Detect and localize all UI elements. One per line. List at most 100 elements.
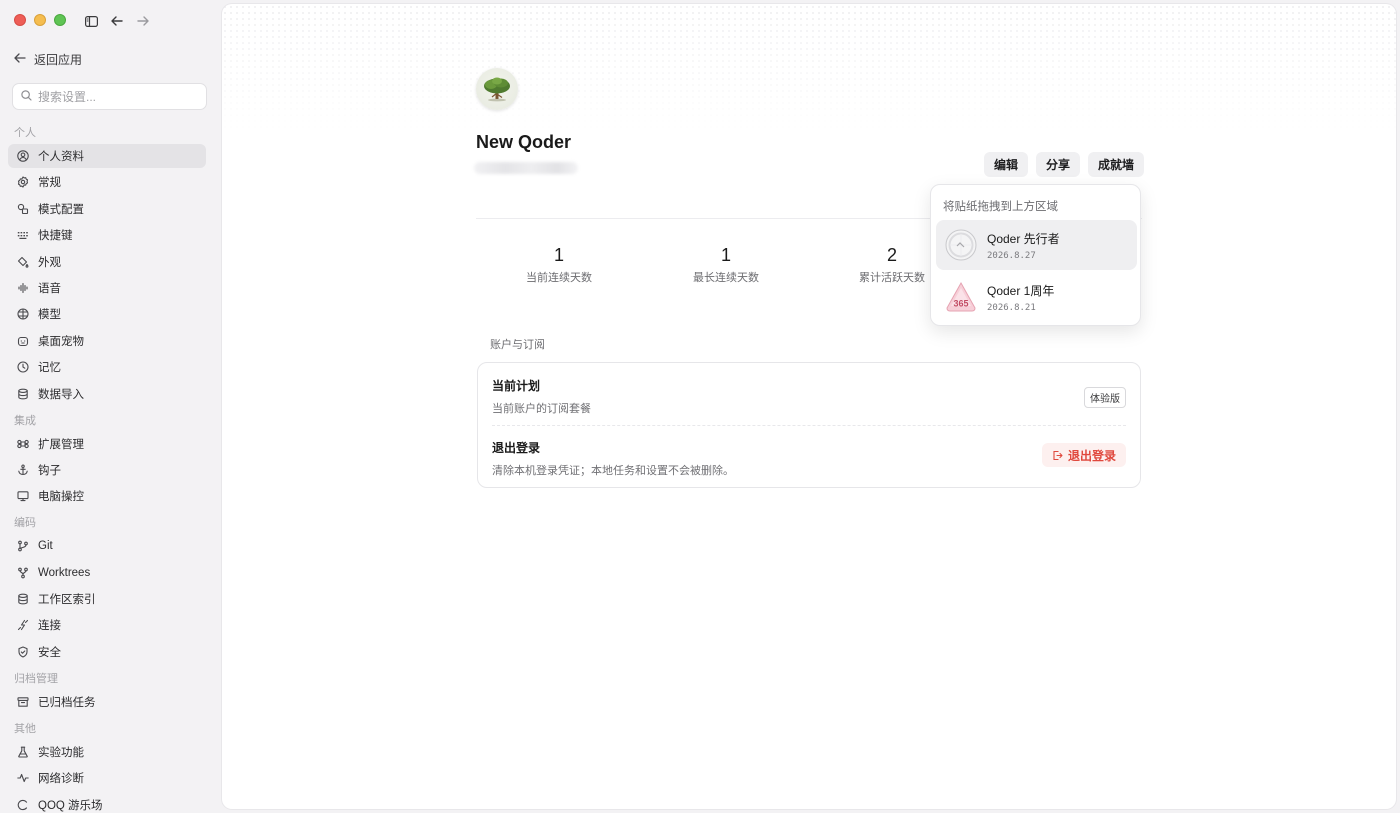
sidebar-item[interactable]: 数据导入 — [8, 382, 206, 406]
sidebar-item-label: 外观 — [38, 256, 61, 269]
nav-forward-icon[interactable] — [134, 12, 152, 30]
sidebar-toggle-icon[interactable] — [82, 12, 100, 30]
sticker-item[interactable]: 365 Qoder 1周年 2026.8.21 — [936, 272, 1137, 322]
sidebar-item[interactable]: 安全 — [8, 640, 206, 664]
plan-desc: 当前账户的订阅套餐 — [492, 403, 591, 415]
archive-icon — [16, 695, 29, 708]
playground-icon — [16, 798, 29, 811]
nav-group-title: 归档管理 — [14, 672, 58, 685]
stat-label: 最长连续天数 — [693, 272, 759, 284]
sidebar-item-label: 桌面宠物 — [38, 335, 84, 348]
window-controls — [14, 14, 66, 26]
pulse-icon — [16, 772, 29, 785]
back-to-app-label: 返回应用 — [34, 52, 83, 67]
search-input[interactable] — [38, 89, 198, 104]
window-maximize-button[interactable] — [54, 14, 66, 26]
settings-search[interactable] — [12, 83, 207, 110]
sidebar-item[interactable]: 扩展管理 — [8, 432, 206, 456]
sidebar-item[interactable]: QOQ 游乐场 — [8, 793, 206, 813]
sidebar-item[interactable]: 常规 — [8, 170, 206, 194]
search-icon — [21, 89, 32, 104]
stat-current-streak: 1 当前连续天数 — [489, 244, 629, 285]
sidebar-item[interactable]: 桌面宠物 — [8, 329, 206, 353]
sticker-item[interactable]: Qoder 先行者 2026.8.27 — [936, 220, 1137, 270]
command-icon — [16, 437, 29, 450]
sticker-name: Qoder 1周年 — [987, 283, 1055, 298]
nav-group-title: 个人 — [14, 127, 36, 139]
flask-icon — [16, 745, 29, 758]
nav-group-title: 集成 — [14, 414, 36, 427]
sticker-name: Qoder 先行者 — [987, 231, 1060, 246]
monitor-icon — [16, 490, 29, 503]
logout-icon — [1053, 450, 1063, 460]
sidebar-item[interactable]: 已归档任务 — [8, 690, 206, 714]
shield-icon — [16, 645, 29, 658]
sidebar-item[interactable]: 工作区索引 — [8, 587, 206, 611]
sidebar-item-label: 网络诊断 — [38, 773, 84, 786]
sticker-text: Qoder 先行者 2026.8.27 — [987, 230, 1060, 261]
sidebar-item-label: 安全 — [38, 646, 61, 659]
sidebar-item[interactable]: 记忆 — [8, 355, 206, 379]
sidebar-item[interactable]: 连接 — [8, 613, 206, 637]
plan-title: 当前计划 — [492, 379, 541, 393]
sticker-text: Qoder 1周年 2026.8.21 — [987, 282, 1054, 313]
nav-back-icon[interactable] — [108, 12, 126, 30]
profile-panel: New Qoder 编辑 分享 成就墙 1 当前连续天数 1 最长连续天数 2 … — [222, 4, 1396, 809]
achievement-wall-button[interactable]: 成就墙 — [1088, 152, 1145, 177]
window-minimize-button[interactable] — [34, 14, 46, 26]
edit-button[interactable]: 编辑 — [984, 152, 1029, 177]
sidebar-item[interactable]: 电脑操控 — [8, 484, 206, 508]
account-section-title: 账户与订阅 — [490, 339, 545, 351]
stat-label: 当前连续天数 — [526, 272, 592, 284]
profile-actions: 编辑 分享 成就墙 — [984, 152, 1145, 177]
share-button[interactable]: 分享 — [1036, 152, 1081, 177]
sidebar-item-label: 已归档任务 — [38, 696, 96, 709]
plan-badge: 体验版 — [1084, 387, 1126, 408]
sidebar: 返回应用 个人个人资料常规模式配置快捷键外观语音模型桌面宠物记忆数据导入集成扩展… — [0, 0, 222, 813]
back-to-app-link[interactable]: 返回应用 — [14, 49, 82, 69]
sidebar-item[interactable]: 个人资料 — [8, 144, 206, 168]
git-branch-icon — [16, 540, 29, 553]
sidebar-item[interactable]: 模型 — [8, 302, 206, 326]
sticker-date: 2026.8.21 — [987, 302, 1036, 313]
sidebar-item[interactable]: 外观 — [8, 250, 206, 274]
sidebar-item[interactable]: 模式配置 — [8, 197, 206, 221]
logout-button-label: 退出登录 — [1067, 448, 1116, 463]
account-card: 当前计划 当前账户的订阅套餐 体验版 退出登录 清除本机登录凭证；本地任务和设置… — [477, 362, 1141, 488]
logout-title: 退出登录 — [492, 441, 541, 455]
audio-wave-icon — [16, 281, 29, 294]
sticker-popover: 将贴纸拖拽到上方区域 Qoder 先行者 2026.8.27 365 Qoder… — [930, 184, 1141, 326]
sidebar-item-label: 电脑操控 — [38, 491, 84, 504]
sidebar-item-label: Git — [38, 540, 53, 553]
sidebar-item[interactable]: 钩子 — [8, 458, 206, 482]
sidebar-item[interactable]: 网络诊断 — [8, 766, 206, 790]
window-close-button[interactable] — [14, 14, 26, 26]
database-icon — [16, 387, 29, 400]
sidebar-item[interactable]: 实验功能 — [8, 740, 206, 764]
sidebar-item-label: 个人资料 — [38, 151, 84, 163]
sidebar-item-label: 连接 — [38, 620, 61, 633]
sidebar-item-label: 扩展管理 — [38, 438, 84, 451]
sidebar-item[interactable]: 快捷键 — [8, 223, 206, 247]
gear-icon — [16, 176, 29, 189]
sidebar-item-label: 数据导入 — [38, 388, 84, 401]
sidebar-item-label: 记忆 — [38, 362, 61, 375]
anchor-icon — [16, 463, 29, 476]
avatar[interactable] — [476, 68, 518, 110]
anniversary-badge-text: 365 — [953, 299, 968, 309]
stat-longest-streak: 1 最长连续天数 — [656, 244, 796, 285]
sticker-date: 2026.8.27 — [987, 250, 1036, 261]
sidebar-item[interactable]: Git — [8, 534, 206, 558]
memory-icon — [16, 361, 29, 374]
logout-button[interactable]: 退出登录 — [1041, 443, 1126, 467]
tree-icon — [484, 77, 510, 102]
nav-group-title: 编码 — [14, 517, 36, 530]
anniversary-365-icon: 365 — [945, 281, 977, 313]
model-icon — [16, 308, 29, 321]
logout-row: 退出登录 清除本机登录凭证；本地任务和设置不会被删除。 退出登录 — [492, 439, 1126, 491]
sidebar-item[interactable]: Worktrees — [8, 561, 206, 585]
sidebar-item-label: Worktrees — [38, 566, 91, 579]
pet-icon — [16, 334, 29, 347]
sidebar-item[interactable]: 语音 — [8, 276, 206, 300]
shapes-icon — [16, 202, 29, 215]
